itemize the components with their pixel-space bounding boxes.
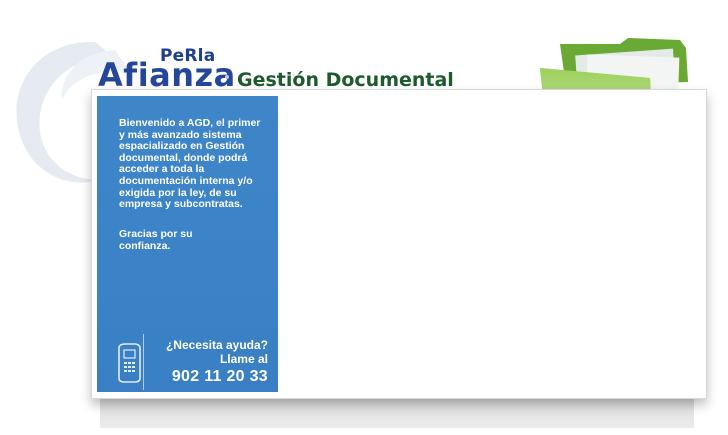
help-phone-number: 902 11 20 33 [171, 368, 268, 385]
title-separator [225, 75, 229, 79]
help-question: ¿Necesita ayuda? [165, 338, 268, 352]
info-sidebar: Bienvenido a AGD, el primer y más avanza… [97, 96, 278, 392]
help-divider [143, 334, 144, 390]
panel-shadow-base [100, 398, 694, 428]
help-call-label: Llame al [219, 352, 268, 366]
main-panel: Bienvenido a AGD, el primer y más avanza… [91, 89, 707, 399]
app-title: Gestión Documental [237, 69, 454, 91]
welcome-text: Bienvenido a AGD, el primer y más avanza… [119, 117, 261, 211]
thanks-text: Gracias por su confianza. [119, 228, 193, 252]
phone-icon [118, 343, 141, 383]
